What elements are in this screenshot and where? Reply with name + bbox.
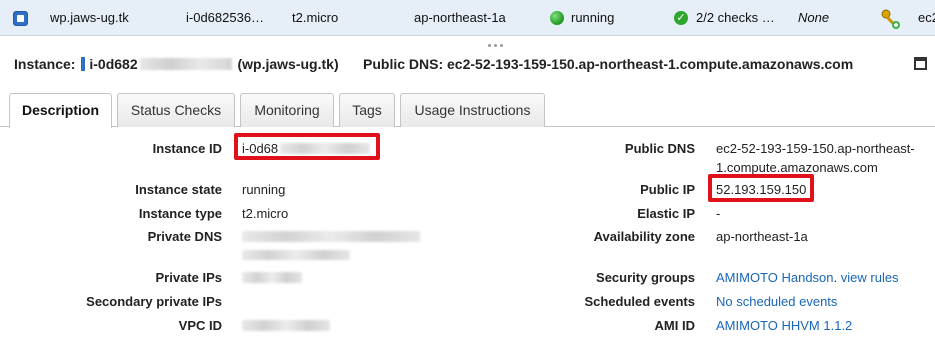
view-rules-link[interactable]: view rules	[841, 270, 899, 285]
maximize-panel-icon[interactable]	[914, 57, 927, 70]
tab-status-checks[interactable]: Status Checks	[117, 93, 235, 127]
secondary-private-ips-label: Secondary private IPs	[86, 294, 222, 309]
instance-header: Instance: i-0d682 (wp.jaws-ug.tk)	[14, 56, 339, 76]
private-dns-label: Private DNS	[147, 229, 222, 244]
redacted-private-dns-line2	[242, 250, 350, 260]
redacted-private-dns-line1	[242, 231, 420, 242]
instance-type-value: t2.micro	[242, 206, 289, 221]
vpc-id-label: VPC ID	[178, 318, 222, 333]
redacted-vpc-id	[242, 320, 330, 331]
redacted-instance-id	[139, 58, 232, 70]
redacted-private-ips	[242, 272, 302, 283]
tab-monitoring[interactable]: Monitoring	[240, 93, 334, 127]
elastic-ip-label: Elastic IP	[637, 206, 695, 221]
ami-id-link[interactable]: AMIMOTO HHVM 1.1.2	[716, 318, 852, 333]
instance-color-marker	[81, 57, 86, 71]
instance-table-row[interactable]: wp.jaws-ug.tk i-0d682536… t2.micro ap-no…	[0, 0, 935, 36]
tab-description[interactable]: Description	[9, 93, 112, 128]
public-ip-label: Public IP	[640, 182, 695, 197]
instance-state-value: running	[242, 182, 286, 197]
instance-id-label: Instance ID	[152, 141, 222, 156]
scheduled-events-link[interactable]: No scheduled events	[716, 294, 837, 309]
instance-name: (wp.jaws-ug.tk)	[237, 56, 339, 72]
header-public-dns-label: Public DNS:	[363, 56, 444, 72]
detail-tabs: Description Status Checks Monitoring Tag…	[0, 93, 935, 128]
row-public-dns: ec2	[918, 10, 935, 25]
row-alarm-status: None	[798, 10, 830, 25]
public-dns-label: Public DNS	[624, 141, 695, 156]
instance-type-label: Instance type	[138, 206, 222, 221]
security-groups-value: AMIMOTO Handson. view rules	[716, 270, 899, 285]
tab-usage-instructions[interactable]: Usage Instructions	[400, 93, 545, 127]
public-dns-value-line1[interactable]: ec2-52-193-159-150.ap-northeast-	[716, 141, 915, 156]
header-public-dns: Public DNS: ec2-52-193-159-150.ap-northe…	[363, 56, 853, 72]
row-instance-type: t2.micro	[292, 10, 339, 25]
elastic-ip-value: -	[716, 206, 721, 221]
ami-id-label: AMI ID	[654, 318, 695, 333]
availability-zone-label: Availability zone	[593, 229, 695, 244]
running-status-icon	[550, 11, 564, 25]
public-ip-highlight	[708, 174, 814, 202]
security-groups-label: Security groups	[596, 270, 695, 285]
row-status-checks: 2/2 checks …	[696, 10, 775, 25]
instance-id-prefix: i-0d682	[89, 56, 138, 72]
checks-passed-icon: ✓	[674, 11, 688, 25]
row-name: wp.jaws-ug.tk	[50, 10, 129, 25]
pane-resize-handle[interactable]	[480, 42, 510, 50]
security-group-link[interactable]: AMIMOTO Handson	[716, 270, 834, 285]
row-instance-id: i-0d682536…	[186, 10, 265, 25]
availability-zone-value: ap-northeast-1a	[716, 229, 808, 244]
instance-label: Instance:	[14, 56, 76, 72]
public-dns-value-line2[interactable]: 1.compute.amazonaws.com	[716, 160, 878, 175]
header-public-dns-value: ec2-52-193-159-150.ap-northeast-1.comput…	[447, 56, 854, 72]
instance-id-highlight	[234, 133, 380, 160]
row-availability-zone: ap-northeast-1a	[414, 10, 506, 25]
private-ips-label: Private IPs	[155, 270, 223, 285]
scheduled-events-label: Scheduled events	[584, 294, 695, 309]
row-instance-state: running	[571, 10, 615, 25]
tab-tags[interactable]: Tags	[339, 93, 395, 127]
row-checkbox[interactable]	[13, 11, 28, 26]
key-pair-icon[interactable]	[880, 8, 902, 30]
instance-state-label: Instance state	[135, 182, 222, 197]
